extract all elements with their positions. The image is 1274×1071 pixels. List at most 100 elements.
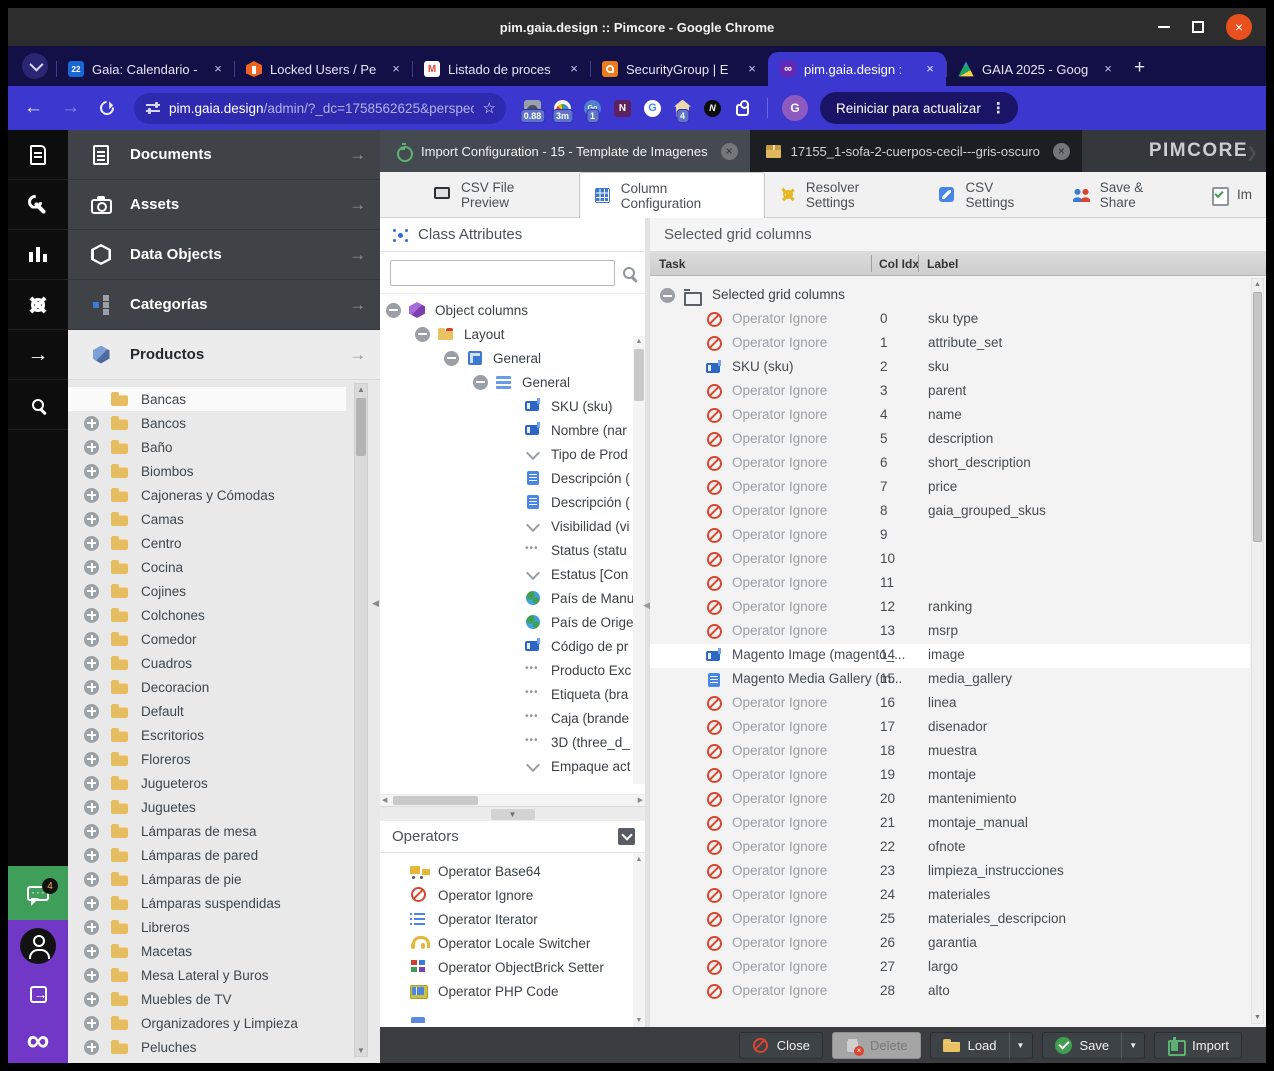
attribute-tree-item[interactable]: SKU (sku)	[380, 394, 645, 418]
grid-row[interactable]: Operator Ignore 17 disenador	[650, 716, 1250, 740]
category-tree-item[interactable]: Bancas	[68, 387, 346, 411]
expand-plus-icon[interactable]	[84, 1040, 99, 1055]
extension-icon[interactable]: 4	[674, 100, 691, 117]
operator-item[interactable]: Operator PHP Code	[380, 979, 645, 1003]
sidebar-section[interactable]: Categorías →	[68, 280, 380, 330]
operators-scrollbar[interactable]: ▲ ▼	[633, 853, 645, 1027]
attribute-tree-item[interactable]: País de Orige	[380, 610, 645, 634]
operator-item[interactable]: Operator ObjectBrick Setter	[380, 955, 645, 979]
tab-search-icon[interactable]	[22, 53, 48, 79]
extension-icon[interactable]: 3m	[554, 100, 571, 117]
attribute-tree-item[interactable]: Status (statu	[380, 538, 645, 562]
rail-search-button[interactable]	[8, 380, 68, 430]
expand-plus-icon[interactable]	[84, 800, 99, 815]
expand-plus-icon[interactable]	[84, 632, 99, 647]
extension-icon[interactable]: 0.88	[524, 100, 541, 117]
attribute-tree-item[interactable]: Layout	[380, 322, 645, 346]
grid-row[interactable]: Operator Ignore 1 attribute_set	[650, 332, 1250, 356]
expand-plus-icon[interactable]	[84, 512, 99, 527]
expand-plus-icon[interactable]	[84, 1016, 99, 1031]
grid-row[interactable]: Operator Ignore 24 materiales	[650, 884, 1250, 908]
load-button[interactable]: Load	[930, 1032, 1009, 1059]
column-header-colidx[interactable]: Col Idx	[879, 252, 919, 276]
operator-item[interactable]: Operator Locale Switcher	[380, 931, 645, 955]
expand-plus-icon[interactable]	[84, 464, 99, 479]
category-tree-item[interactable]: Decoracion	[68, 675, 346, 699]
save-menu-icon[interactable]: ▼	[1121, 1032, 1145, 1059]
panel-splitter[interactable]: ▼	[380, 806, 645, 821]
grid-row[interactable]: Operator Ignore 23 limpieza_instruccione…	[650, 860, 1250, 884]
attribute-tree-item[interactable]: Empaque act	[380, 754, 645, 778]
category-tree-item[interactable]: Camas	[68, 507, 346, 531]
attribute-tree-item[interactable]: Caja (brande	[380, 706, 645, 730]
scroll-down-icon[interactable]: ▼	[633, 1017, 645, 1024]
grid-row[interactable]: Operator Ignore 0 sku type	[650, 308, 1250, 332]
category-tree-item[interactable]: Lámparas suspendidas	[68, 891, 346, 915]
grid-row[interactable]: Operator Ignore 22 ofnote	[650, 836, 1250, 860]
sidebar-collapse-icon[interactable]: ◀	[372, 598, 379, 609]
attribute-tree-item[interactable]: General	[380, 370, 645, 394]
grid-row[interactable]: Operator Ignore 28 alto	[650, 980, 1250, 1004]
tab-close-icon[interactable]: ×	[1100, 61, 1116, 77]
load-menu-icon[interactable]: ▼	[1009, 1032, 1033, 1059]
search-icon[interactable]	[623, 267, 635, 279]
grid-root-row[interactable]: Selected grid columns	[650, 284, 1266, 308]
grid-row[interactable]: Operator Ignore 18 muestra	[650, 740, 1250, 764]
workspace-tab[interactable]: 17155_1-sofa-2-cuerpos-cecil---gris-oscu…	[750, 130, 1082, 172]
profile-avatar[interactable]: G	[782, 95, 808, 121]
category-tree-item[interactable]: Peluches	[68, 1035, 346, 1059]
operators-collapse-icon[interactable]	[618, 828, 635, 845]
import-button[interactable]: Import	[1154, 1032, 1242, 1059]
config-subtab[interactable]: Resolver Settings	[765, 172, 925, 217]
subtabs-overflow-icon[interactable]: ❯	[1246, 144, 1258, 161]
collapse-minus-icon[interactable]	[660, 288, 675, 303]
attribute-tree-item[interactable]: 3D (three_d_	[380, 730, 645, 754]
grid-row[interactable]: Operator Ignore 16 linea	[650, 692, 1250, 716]
grid-row[interactable]: Operator Ignore 26 garantia	[650, 932, 1250, 956]
attribute-tree-item[interactable]: País de Manu	[380, 586, 645, 610]
category-tree-item[interactable]: Lámparas de pared	[68, 843, 346, 867]
category-tree-item[interactable]: Cajoneras y Cómodas	[68, 483, 346, 507]
save-button[interactable]: Save	[1042, 1032, 1122, 1059]
operator-item[interactable]: Operator Ignore	[380, 883, 645, 907]
expand-plus-icon[interactable]	[84, 896, 99, 911]
expand-plus-icon[interactable]	[84, 824, 99, 839]
browser-tab[interactable]: Listado de proces ×	[412, 52, 590, 86]
category-tree-item[interactable]: Jugueteros	[68, 771, 346, 795]
scrollbar-thumb[interactable]	[1253, 292, 1262, 542]
extension-icon[interactable]	[614, 100, 631, 117]
operator-item[interactable]: Operator Iterator	[380, 907, 645, 931]
collapse-minus-icon[interactable]	[444, 351, 459, 366]
workspace-tab-close-icon[interactable]: ×	[721, 143, 738, 160]
attribute-tree-item[interactable]: Visibilidad (vi	[380, 514, 645, 538]
browser-tab[interactable]: SecurityGroup | E ×	[590, 52, 768, 86]
scrollbar-thumb[interactable]	[634, 349, 644, 401]
tab-close-icon[interactable]: ×	[210, 61, 226, 77]
scrollbar-thumb[interactable]	[356, 398, 366, 456]
expand-plus-icon[interactable]	[84, 704, 99, 719]
relaunch-to-update-button[interactable]: Reiniciar para actualizar ⋮	[820, 92, 1018, 124]
category-tree-item[interactable]: Cocina	[68, 555, 346, 579]
attributes-search-input[interactable]	[390, 260, 615, 286]
expand-plus-icon[interactable]	[84, 560, 99, 575]
category-tree-item[interactable]: Mesa Lateral y Buros	[68, 963, 346, 987]
workspace-tab[interactable]: Import Configuration - 15 - Template de …	[380, 130, 750, 172]
collapse-minus-icon[interactable]	[386, 303, 401, 318]
attribute-tree-item[interactable]: Object columns	[380, 298, 645, 322]
address-bar[interactable]: pim.gaia.design/admin/?_dc=1758562625&pe…	[134, 93, 506, 124]
category-tree-item[interactable]: Bancos	[68, 411, 346, 435]
category-tree-item[interactable]: Biombos	[68, 459, 346, 483]
attribute-tree-item[interactable]: Tipo de Prod	[380, 442, 645, 466]
config-subtab[interactable]: Save & Share	[1059, 172, 1196, 217]
grid-row[interactable]: Operator Ignore 27 largo	[650, 956, 1250, 980]
category-tree-scrollbar[interactable]: ▲ ▼	[354, 383, 368, 1057]
workspace-tab-close-icon[interactable]: ×	[1053, 143, 1070, 160]
config-subtab[interactable]: CSV File Preview	[420, 172, 579, 217]
column-header-task[interactable]: Task	[659, 252, 685, 276]
column-header-label[interactable]: Label	[927, 252, 958, 276]
collapse-minus-icon[interactable]	[415, 327, 430, 342]
reload-icon[interactable]	[97, 98, 117, 118]
close-window-icon[interactable]: ×	[1226, 14, 1252, 40]
category-tree-item[interactable]: Colchones	[68, 603, 346, 627]
grid-row[interactable]: Operator Ignore 7 price	[650, 476, 1250, 500]
